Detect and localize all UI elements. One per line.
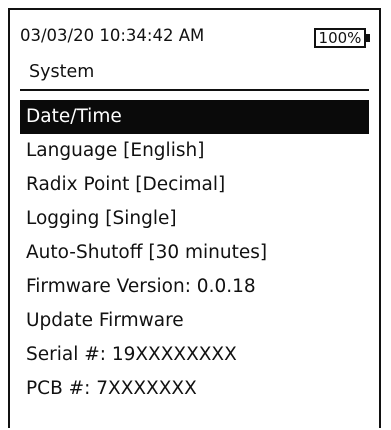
menu-item-pcb-number: PCB #: 7XXXXXXX — [26, 378, 197, 399]
menu-item-radix-point[interactable]: Radix Point [Decimal] — [20, 168, 369, 202]
battery-icon: 100% — [314, 28, 366, 48]
status-bar: 03/03/20 10:34:42 AM 100% — [20, 26, 370, 50]
menu-item-firmware-version: Firmware Version: 0.0.18 — [26, 276, 256, 297]
menu-item-update-firmware[interactable]: Update Firmware — [20, 304, 369, 338]
battery-percentage: 100% — [318, 29, 362, 47]
system-menu: Date/Time Language [English] Radix Point… — [20, 100, 369, 406]
page-title: System — [29, 62, 95, 82]
menu-item-auto-shutoff[interactable]: Auto-Shutoff [30 minutes] — [20, 236, 369, 270]
menu-item-date-time[interactable]: Date/Time — [20, 100, 369, 134]
datetime-display: 03/03/20 10:34:42 AM — [20, 26, 205, 45]
menu-item-serial-number: Serial #: 19XXXXXXXX — [26, 344, 237, 365]
battery-terminal-icon — [366, 34, 370, 42]
title-divider — [20, 89, 369, 91]
menu-item-language[interactable]: Language [English] — [20, 134, 369, 168]
menu-item-logging[interactable]: Logging [Single] — [20, 202, 369, 236]
